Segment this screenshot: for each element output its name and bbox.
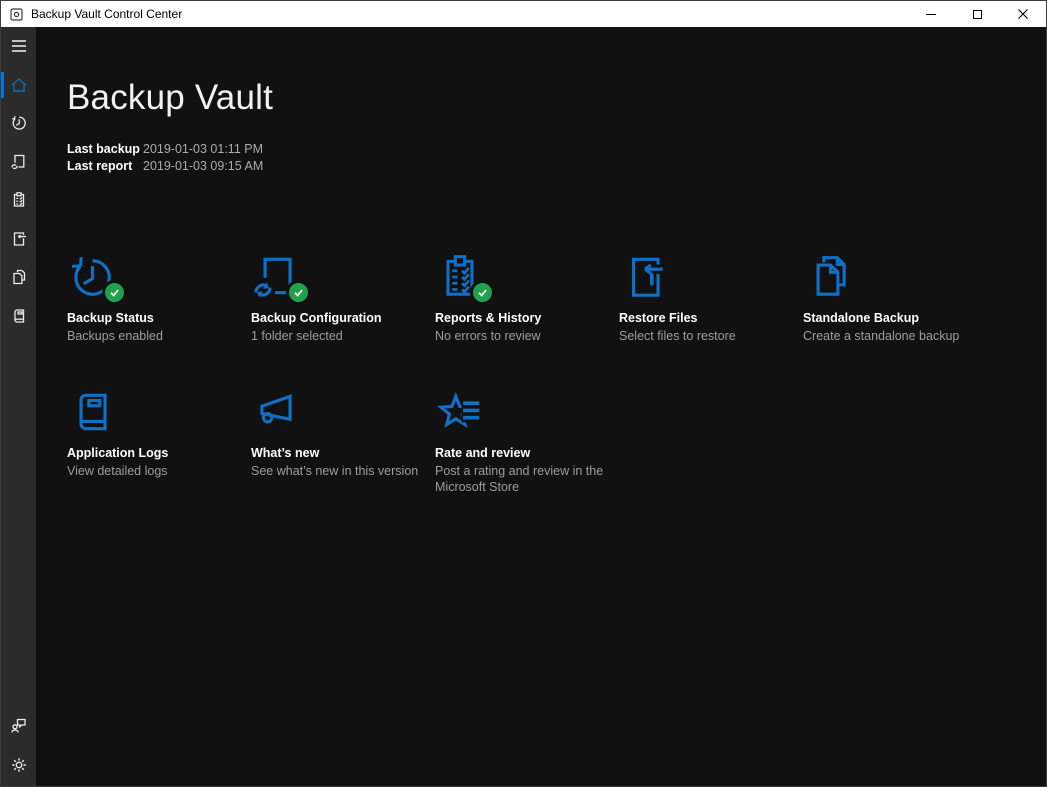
tile-rate-review[interactable]: Rate and review Post a rating and review… <box>435 386 619 495</box>
copy-pages-icon <box>12 270 25 285</box>
tile-title: Reports & History <box>435 311 542 325</box>
tile-title: Application Logs <box>67 446 169 460</box>
tile-backup-status[interactable]: Backup Status Backups enabled <box>67 251 251 344</box>
tile-title: Backup Status <box>67 311 154 325</box>
copy-pages-icon <box>816 256 846 296</box>
minimize-icon <box>926 13 936 15</box>
status-block: Last backup 2019-01-03 01:11 PM Last rep… <box>67 141 1046 175</box>
tile-whats-new[interactable]: What’s new See what’s new in this versio… <box>251 386 435 495</box>
minimize-button[interactable] <box>908 1 954 27</box>
sidebar-item-backup-configuration[interactable] <box>1 143 36 182</box>
restore-document-icon <box>632 257 663 297</box>
menu-toggle-button[interactable] <box>1 27 36 66</box>
tile-subtitle: No errors to review <box>435 329 541 343</box>
restore-document-icon <box>13 232 26 246</box>
success-check-badge <box>102 280 127 305</box>
sidebar-item-backup-status[interactable] <box>1 104 36 143</box>
tile-standalone-backup[interactable]: Standalone Backup Create a standalone ba… <box>803 251 987 344</box>
tile-subtitle: See what’s new in this version <box>251 464 419 478</box>
close-button[interactable] <box>1000 1 1046 27</box>
last-backup-label: Last backup <box>67 142 140 156</box>
page-title: Backup Vault <box>67 78 274 117</box>
tile-subtitle: Backups enabled <box>67 329 163 343</box>
megaphone-icon <box>260 394 292 424</box>
tile-subtitle: Select files to restore <box>619 329 736 343</box>
clipboard-checklist-icon <box>13 192 24 207</box>
last-backup-row: Last backup 2019-01-03 01:11 PM <box>67 141 1046 158</box>
tile-application-logs[interactable]: Application Logs View detailed logs <box>67 386 251 495</box>
feedback-icon <box>10 719 26 734</box>
caption-buttons <box>908 1 1046 27</box>
tile-title: What’s new <box>251 446 320 460</box>
tile-subtitle: Create a standalone backup <box>803 329 960 343</box>
settings-gear-icon <box>11 757 26 772</box>
tile-grid: Backup Status Backups enabled Backup Con… <box>67 251 1046 495</box>
last-report-label: Last report <box>67 159 133 173</box>
sidebar-item-settings[interactable] <box>1 746 36 785</box>
tile-subtitle: Post a rating and review in the Microsof… <box>435 464 604 494</box>
sidebar-item-feedback[interactable] <box>1 707 36 746</box>
success-check-badge <box>286 280 311 305</box>
history-icon <box>11 116 26 130</box>
tile-subtitle: View detailed logs <box>67 464 168 478</box>
menu-icon <box>11 40 26 53</box>
last-report-row: Last report 2019-01-03 09:15 AM <box>67 158 1046 175</box>
book-icon <box>13 309 24 323</box>
sidebar-item-home[interactable] <box>1 66 36 105</box>
tile-subtitle: 1 folder selected <box>251 329 343 343</box>
tile-title: Backup Configuration <box>251 311 382 325</box>
sync-document-icon <box>10 154 24 171</box>
sidebar-item-standalone-backup[interactable] <box>1 258 36 297</box>
maximize-button[interactable] <box>954 1 1000 27</box>
tile-title: Rate and review <box>435 446 531 460</box>
window-title: Backup Vault Control Center <box>31 7 183 21</box>
sidebar-item-reports-history[interactable] <box>1 181 36 220</box>
navigation-sidebar <box>1 27 36 786</box>
sidebar-item-restore-files[interactable] <box>1 220 36 259</box>
sidebar-item-application-logs[interactable] <box>1 297 36 336</box>
success-check-badge <box>470 280 495 305</box>
last-report-value: 2019-01-03 09:15 AM <box>143 159 264 173</box>
book-icon <box>79 393 107 431</box>
tile-title: Restore Files <box>619 311 698 325</box>
tile-reports-history[interactable]: Reports & History No errors to review <box>435 251 619 344</box>
tile-backup-configuration[interactable]: Backup Configuration 1 folder selected <box>250 251 435 344</box>
main-content: Backup Vault Last backup 2019-01-03 01:1… <box>36 27 1046 786</box>
last-backup-value: 2019-01-03 01:11 PM <box>143 142 263 156</box>
home-icon <box>11 77 26 92</box>
vault-app-icon <box>10 7 23 21</box>
rate-star-icon <box>436 392 482 429</box>
close-icon <box>1018 9 1028 19</box>
tile-restore-files[interactable]: Restore Files Select files to restore <box>619 251 803 344</box>
app-window: Backup Vault Control Center Backup Vault… <box>0 0 1047 787</box>
tile-title: Standalone Backup <box>803 311 919 325</box>
titlebar: Backup Vault Control Center <box>1 1 1046 27</box>
maximize-icon <box>972 9 982 19</box>
